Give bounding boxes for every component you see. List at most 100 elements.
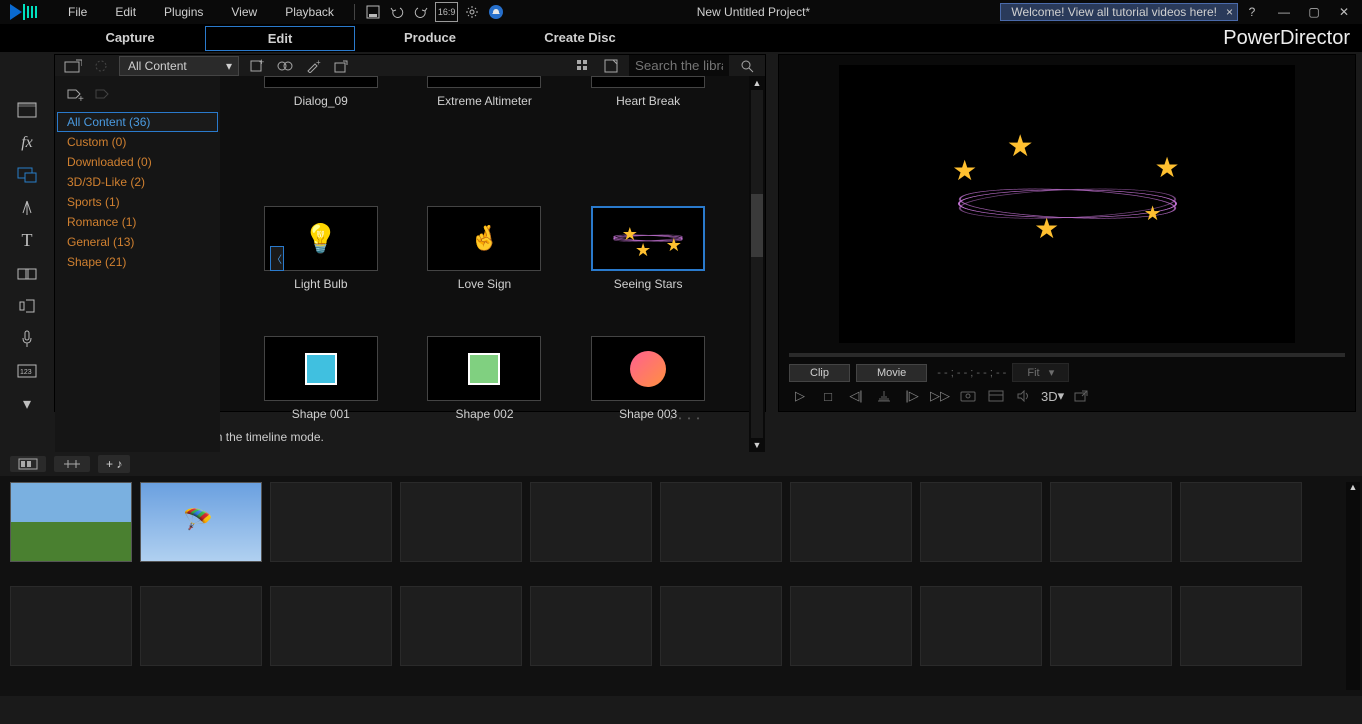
storyboard-empty-slot[interactable] [790,482,912,562]
storyboard-empty-slot[interactable] [400,586,522,666]
undo-icon[interactable] [387,2,407,22]
pip-item[interactable]: Extreme Altimeter [404,76,564,186]
storyboard-empty-slot[interactable] [140,586,262,666]
3d-dropdown[interactable]: 3D ▾ [1041,386,1064,406]
goto-start-icon[interactable] [873,386,895,406]
storyboard-empty-slot[interactable] [530,586,652,666]
upload-icon[interactable] [331,56,351,76]
audio-room-icon[interactable] [16,296,38,317]
tab-edit[interactable]: Edit [205,26,355,51]
storyboard-empty-slot[interactable] [270,482,392,562]
prev-frame-icon[interactable]: ◁| [845,386,867,406]
tag-downloaded[interactable]: Downloaded (0) [57,152,218,172]
movie-mode-button[interactable]: Movie [856,364,927,382]
fx-room-icon[interactable]: fx [16,133,38,154]
tag-sports[interactable]: Sports (1) [57,192,218,212]
close-icon[interactable]: × [1226,5,1233,19]
pip-item[interactable]: Shape 001 [241,336,401,446]
scroll-down-icon[interactable]: ▼ [753,440,762,450]
storyboard-view-icon[interactable] [10,456,46,472]
pip-item[interactable]: 🤞 Love Sign [404,206,564,316]
tab-capture[interactable]: Capture [55,26,205,51]
storyboard-clip[interactable]: 🪂 00;00;05;00 [140,482,262,562]
save-icon[interactable] [363,2,383,22]
menu-edit[interactable]: Edit [103,3,148,21]
tab-produce[interactable]: Produce [355,26,505,51]
welcome-banner[interactable]: Welcome! View all tutorial videos here! … [1000,3,1238,21]
notification-bell-icon[interactable] [486,2,506,22]
collapse-tags-icon[interactable]: 〈 [270,246,284,271]
storyboard-empty-slot[interactable] [10,586,132,666]
storyboard-clip[interactable]: 00;00;05;00 [10,482,132,562]
search-input[interactable] [629,55,729,76]
scroll-up-icon[interactable]: ▲ [753,78,762,88]
storyboard-empty-slot[interactable] [1180,586,1302,666]
clip-mode-button[interactable]: Clip [789,364,850,382]
storyboard-scrollbar[interactable]: ▲ [1346,482,1360,690]
next-frame-icon[interactable]: |▷ [901,386,923,406]
particle-room-icon[interactable] [16,198,38,219]
add-music-icon[interactable]: + ♪ [98,455,130,473]
title-room-icon[interactable]: T [16,230,38,251]
seek-bar[interactable] [789,353,1345,357]
storyboard-empty-slot[interactable] [1180,482,1302,562]
library-scrollbar[interactable]: ▲ ▼ [749,76,765,452]
library-menu-icon[interactable] [601,56,621,76]
storyboard-empty-slot[interactable] [1050,482,1172,562]
grid-view-icon[interactable] [573,56,593,76]
pip-item[interactable]: Dialog_09 [241,76,401,186]
tag-romance[interactable]: Romance (1) [57,212,218,232]
close-window-icon[interactable]: ✕ [1334,2,1354,22]
create-new-icon[interactable]: + [247,56,267,76]
minimize-icon[interactable]: — [1274,2,1294,22]
media-room-icon[interactable] [16,100,38,121]
menu-playback[interactable]: Playback [273,3,346,21]
menu-file[interactable]: File [56,3,99,21]
chapter-room-icon[interactable]: 123 [16,361,38,382]
preview-screen[interactable]: ★ ★ ★ ★ ★ [839,65,1295,343]
pip-item[interactable]: Heart Break [568,76,728,186]
preview-quality-icon[interactable] [985,386,1007,406]
modify-template-icon[interactable] [275,56,295,76]
download-media-icon[interactable] [91,56,111,76]
tag-custom[interactable]: Custom (0) [57,132,218,152]
import-media-icon[interactable] [63,56,83,76]
tab-create-disc[interactable]: Create Disc [505,26,655,51]
storyboard-empty-slot[interactable] [530,482,652,562]
add-tag-icon[interactable]: + [65,86,85,106]
expand-rooms-icon[interactable]: ▾ [16,394,38,415]
undock-preview-icon[interactable] [1070,386,1092,406]
storyboard-empty-slot[interactable] [1050,586,1172,666]
tag-shape[interactable]: Shape (21) [57,252,218,272]
pip-room-icon[interactable]: ◆ [16,165,38,186]
scroll-up-icon[interactable]: ▲ [1346,482,1360,492]
menu-view[interactable]: View [219,3,269,21]
aspect-ratio-selector[interactable]: 16:9 [435,2,459,22]
fit-dropdown[interactable]: Fit ▾ [1012,363,1069,382]
play-icon[interactable]: ▷ [789,386,811,406]
help-icon[interactable]: ? [1242,2,1262,22]
tag-all-content[interactable]: All Content (36) [57,112,218,132]
stop-icon[interactable]: □ [817,386,839,406]
tag-3d[interactable]: 3D/3D-Like (2) [57,172,218,192]
snapshot-icon[interactable] [957,386,979,406]
transition-room-icon[interactable] [16,263,38,284]
pip-item[interactable]: Shape 002 [404,336,564,446]
library-filter-dropdown[interactable]: All Content [119,56,239,76]
search-icon[interactable] [737,56,757,76]
maximize-icon[interactable]: ▢ [1304,2,1324,22]
storyboard-empty-slot[interactable] [400,482,522,562]
storyboard-empty-slot[interactable] [660,482,782,562]
paint-designer-icon[interactable]: + [303,56,323,76]
settings-gear-icon[interactable] [462,2,482,22]
timeline-view-icon[interactable] [54,456,90,472]
redo-icon[interactable] [411,2,431,22]
pip-item-selected[interactable]: ★ ★ ★ Seeing Stars [568,206,728,316]
pip-item[interactable]: 💡 Light Bulb [241,206,401,316]
storyboard-empty-slot[interactable] [790,586,912,666]
tag-general[interactable]: General (13) [57,232,218,252]
fast-forward-icon[interactable]: ▷▷ [929,386,951,406]
scroll-handle[interactable] [751,194,763,257]
remove-tag-icon[interactable] [93,86,113,106]
volume-icon[interactable] [1013,386,1035,406]
